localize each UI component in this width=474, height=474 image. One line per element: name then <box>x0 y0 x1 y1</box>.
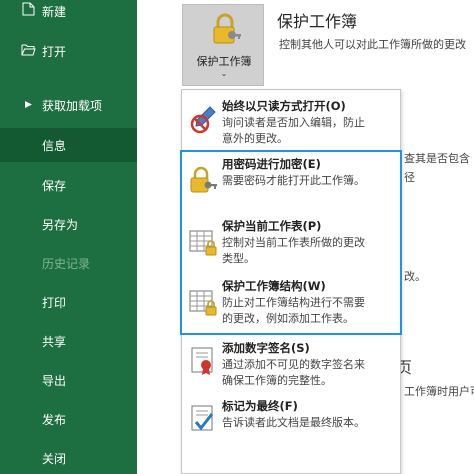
nav-close[interactable]: 关闭 <box>0 441 137 474</box>
menu-item-protect-workbook-structure[interactable]: 保护工作簿结构(W) 防止对工作簿结构进行不需要 的更改，例如添加工作表。 <box>182 278 400 328</box>
pencil-no-icon <box>190 106 216 134</box>
menu-item-title: 始终以只读方式打开(O) <box>222 99 346 113</box>
nav-close-label: 关闭 <box>42 451 67 466</box>
background-text-fragment: 查其是否包含 <box>404 152 470 165</box>
nav-share-label: 共享 <box>42 334 67 349</box>
menu-item-title: 添加数字签名(S) <box>222 341 310 355</box>
menu-item-title: 标记为最终(F) <box>222 399 298 413</box>
menu-item-always-open-read-only[interactable]: 始终以只读方式打开(O) 询问读者是否加入编辑，防止 意外的更改。 <box>182 98 400 150</box>
chevron-down-icon: ⌄ <box>220 69 228 78</box>
nav-history: 历史记录 <box>0 246 137 280</box>
menu-item-description: 控制对当前工作表所做的更改 类型。 <box>222 236 365 265</box>
nav-get-addins[interactable]: 获取加载项 <box>0 88 137 122</box>
lock-key-icon <box>190 166 217 193</box>
protect-workbook-menu: 始终以只读方式打开(O) 询问读者是否加入编辑，防止 意外的更改。 用密码进行加… <box>181 89 401 474</box>
nav-save-as-label: 另存为 <box>42 217 79 232</box>
nav-export[interactable]: 导出 <box>0 363 137 397</box>
nav-save-as[interactable]: 另存为 <box>0 207 137 241</box>
menu-item-description: 需要密码才能打开此工作簿。 <box>222 174 365 187</box>
nav-save[interactable]: 保存 <box>0 168 137 202</box>
nav-get-addins-label: 获取加载项 <box>42 98 103 113</box>
final-check-icon <box>191 405 214 431</box>
menu-item-protect-current-sheet[interactable]: 保护当前工作表(P) 控制对当前工作表所做的更改 类型。 <box>182 218 400 268</box>
protect-workbook-button[interactable]: 保护工作簿 ⌄ <box>182 4 264 86</box>
protect-workbook-label: 保护工作簿 <box>196 55 252 68</box>
menu-item-mark-as-final[interactable]: 标记为最终(F) 告诉读者此文档是最终版本。 <box>182 398 400 444</box>
menu-item-description: 防止对工作簿结构进行不需要 的更改，例如添加工作表。 <box>222 296 365 325</box>
nav-open[interactable]: 打开 <box>0 34 137 68</box>
nav-info-label: 信息 <box>42 138 67 153</box>
nav-info[interactable]: 信息 <box>0 128 137 162</box>
menu-item-title: 用密码进行加密(E) <box>222 157 321 171</box>
addins-store-icon <box>20 98 36 113</box>
nav-publish-label: 发布 <box>42 412 67 427</box>
section-title: 保护工作簿 <box>277 12 358 31</box>
menu-item-description: 告诉读者此文档是最终版本。 <box>222 416 365 429</box>
backstage-sidebar: 新建 打开 获取加载项 信息 保存 另存为 历史记录 打印 共享 导出 发布 关… <box>0 0 137 474</box>
menu-item-title: 保护当前工作表(P) <box>222 219 322 233</box>
nav-new-label: 新建 <box>42 4 67 19</box>
nav-share[interactable]: 共享 <box>0 324 137 358</box>
nav-print[interactable]: 打印 <box>0 285 137 319</box>
nav-export-label: 导出 <box>42 373 67 388</box>
lock-key-icon <box>213 13 241 44</box>
background-text-fragment: 径 <box>404 171 415 184</box>
menu-item-description: 通过添加不可见的数字签名来 确保工作簿的完整性。 <box>222 358 365 387</box>
menu-item-encrypt-with-password[interactable]: 用密码进行加密(E) 需要密码才能打开此工作簿。 <box>182 156 400 204</box>
folder-open-icon <box>20 43 36 60</box>
nav-open-label: 打开 <box>42 44 67 59</box>
nav-save-label: 保存 <box>42 178 67 193</box>
new-document-icon <box>20 2 36 20</box>
nav-print-label: 打印 <box>42 295 67 310</box>
nav-history-label: 历史记录 <box>42 256 91 271</box>
background-text-fragment: 改。 <box>404 270 426 283</box>
certificate-icon <box>191 347 213 375</box>
sheet-lock-icon <box>189 230 217 256</box>
nav-new[interactable]: 新建 <box>0 0 137 28</box>
workbook-lock-icon <box>189 290 217 316</box>
nav-publish[interactable]: 发布 <box>0 402 137 436</box>
menu-item-title: 保护工作簿结构(W) <box>222 279 326 293</box>
menu-item-add-digital-signature[interactable]: 添加数字签名(S) 通过添加不可见的数字签名来 确保工作簿的完整性。 <box>182 340 400 387</box>
menu-item-description: 询问读者是否加入编辑，防止 意外的更改。 <box>222 116 365 145</box>
section-description: 控制其他人可以对此工作簿所做的更改 <box>279 38 466 51</box>
background-text-fragment: 工作簿时用户可 <box>404 385 474 398</box>
